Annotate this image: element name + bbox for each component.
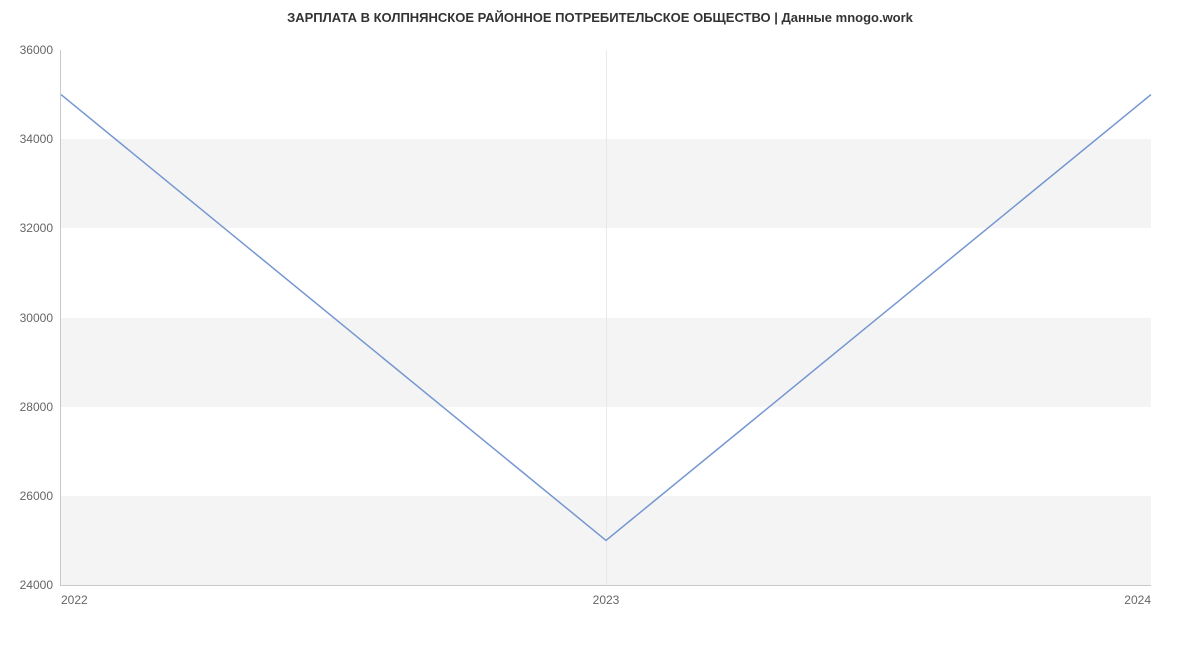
x-tick-label: 2022 [61, 585, 88, 607]
y-tick-label: 24000 [20, 578, 61, 592]
series-line [61, 95, 1151, 541]
y-tick-label: 36000 [20, 43, 61, 57]
x-tick-label: 2023 [593, 585, 620, 607]
chart-title: ЗАРПЛАТА В КОЛПНЯНСКОЕ РАЙОННОЕ ПОТРЕБИТ… [0, 10, 1200, 25]
plot-area: 2022202320242400026000280003000032000340… [60, 50, 1151, 586]
x-tick-label: 2024 [1124, 585, 1151, 607]
y-tick-label: 26000 [20, 489, 61, 503]
y-tick-label: 32000 [20, 221, 61, 235]
line-series [61, 50, 1151, 585]
chart-container: ЗАРПЛАТА В КОЛПНЯНСКОЕ РАЙОННОЕ ПОТРЕБИТ… [0, 0, 1200, 650]
y-tick-label: 34000 [20, 132, 61, 146]
y-tick-label: 28000 [20, 400, 61, 414]
y-tick-label: 30000 [20, 311, 61, 325]
